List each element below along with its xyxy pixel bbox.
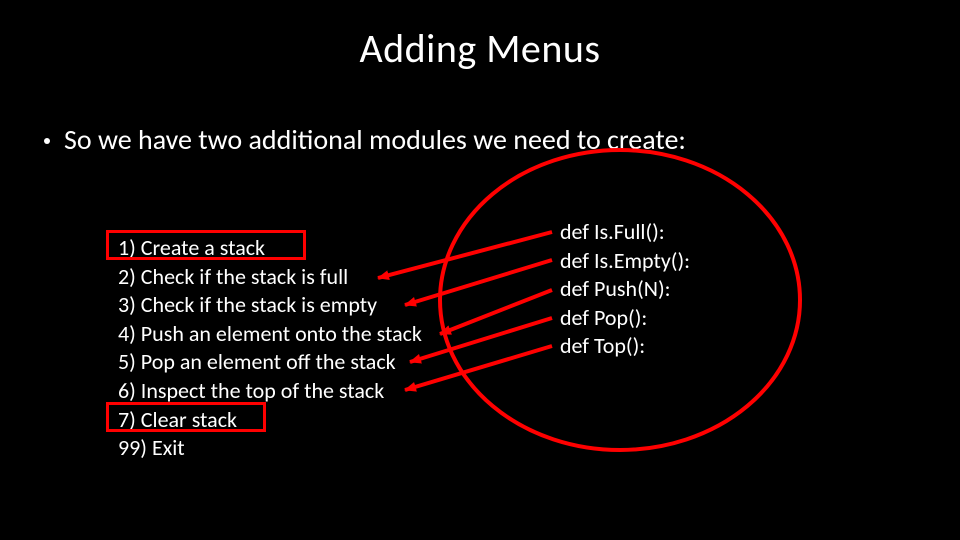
arrow-pop <box>410 318 552 362</box>
def-isfull: def Is.Full(): <box>560 218 690 247</box>
def-pop: def Pop(): <box>560 304 690 333</box>
menu-item-99: 99) Exit <box>118 434 422 463</box>
menu-item-3: 3) Check if the stack is empty <box>118 291 422 320</box>
menu-item-4: 4) Push an element onto the stack <box>118 320 422 349</box>
menu-item-2: 2) Check if the stack is full <box>118 263 422 292</box>
slide: Adding Menus So we have two additional m… <box>0 0 960 540</box>
def-push: def Push(N): <box>560 275 690 304</box>
def-isempty: def Is.Empty(): <box>560 247 690 276</box>
highlight-box-create <box>106 230 306 260</box>
slide-title: Adding Menus <box>0 24 960 73</box>
highlight-box-clear <box>106 402 266 432</box>
bullet-row: So we have two additional modules we nee… <box>44 122 686 157</box>
def-top: def Top(): <box>560 332 690 361</box>
arrow-top <box>405 346 552 390</box>
arrow-push <box>440 290 552 334</box>
bullet-dot-icon <box>44 138 50 144</box>
menu-item-5: 5) Pop an element off the stack <box>118 348 422 377</box>
arrow-isempty <box>405 260 552 305</box>
bullet-text: So we have two additional modules we nee… <box>64 122 686 157</box>
defs-list: def Is.Full(): def Is.Empty(): def Push(… <box>560 218 690 361</box>
